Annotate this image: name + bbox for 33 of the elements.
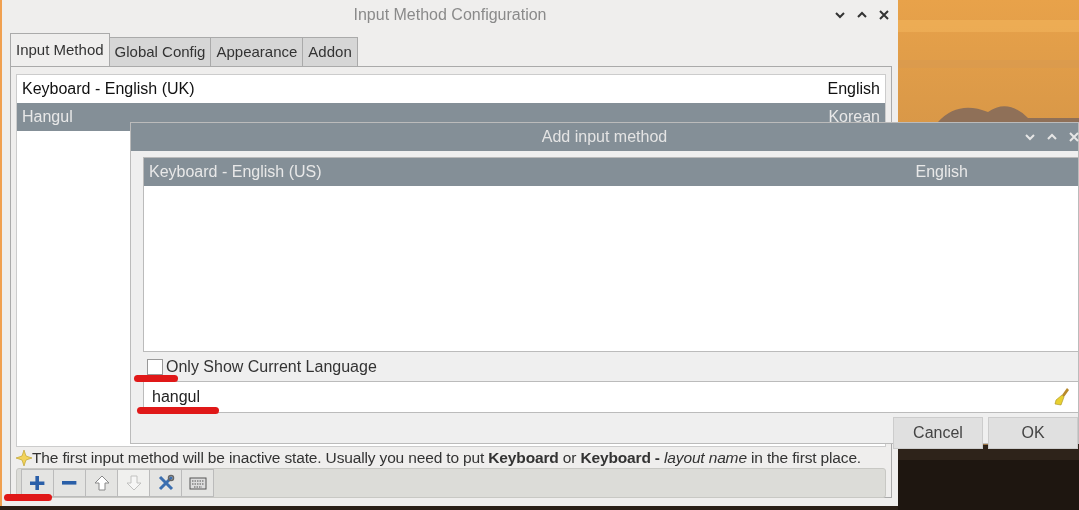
broom-icon[interactable] bbox=[1053, 387, 1071, 407]
keyboard-button[interactable] bbox=[181, 469, 214, 497]
minimize-icon[interactable] bbox=[834, 9, 846, 21]
method-name: Keyboard - English (UK) bbox=[22, 79, 195, 99]
remove-icon bbox=[62, 481, 77, 485]
dialog-button[interactable]: OK bbox=[988, 417, 1078, 449]
tab[interactable]: Input Method bbox=[10, 33, 110, 66]
checkbox[interactable] bbox=[147, 359, 163, 375]
remove-button[interactable] bbox=[53, 469, 86, 497]
star-icon bbox=[16, 450, 32, 466]
close-icon[interactable] bbox=[878, 9, 890, 21]
tools-button[interactable] bbox=[149, 469, 182, 497]
tools-icon bbox=[156, 474, 175, 492]
annotation-underline bbox=[134, 375, 178, 382]
keyboard-icon bbox=[188, 474, 207, 492]
annotation-underline bbox=[4, 494, 52, 501]
language-label: Korean bbox=[828, 107, 880, 127]
add-icon bbox=[30, 475, 45, 491]
search-field[interactable]: hangul bbox=[143, 381, 1079, 413]
language-label: English bbox=[915, 162, 968, 182]
up-arrow-icon bbox=[92, 474, 111, 492]
language-label: English bbox=[827, 79, 880, 99]
down-arrow-icon bbox=[124, 474, 143, 492]
tab[interactable]: Addon bbox=[302, 37, 358, 66]
method-name: Hangul bbox=[22, 107, 73, 127]
window-title: Input Method Configuration bbox=[353, 5, 547, 25]
checkbox-label: Only Show Current Language bbox=[166, 357, 377, 377]
tab[interactable]: Global Config bbox=[108, 37, 212, 66]
dialog-button[interactable]: Cancel bbox=[893, 417, 983, 449]
method-name: Keyboard - English (US) bbox=[149, 162, 322, 182]
list-row[interactable]: Keyboard - English (UK) English bbox=[17, 75, 885, 103]
hint-text: The first input method will be inactive state. Usually you need to put Keyboard or Keyboard - layout name in the first place. bbox=[32, 448, 862, 468]
tab[interactable]: Appearance bbox=[210, 37, 304, 66]
